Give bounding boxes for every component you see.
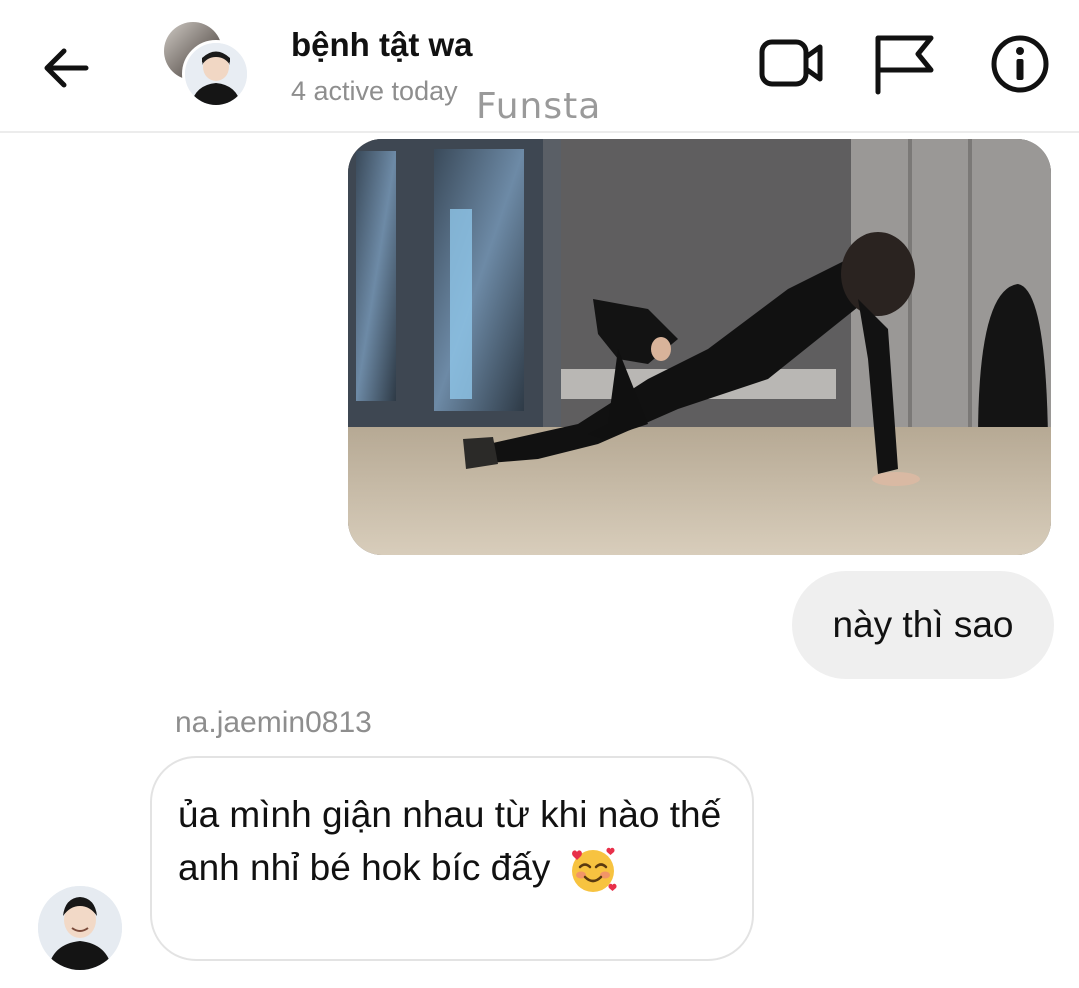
arrow-left-icon bbox=[44, 48, 89, 88]
group-avatar[interactable] bbox=[164, 22, 250, 108]
back-button[interactable] bbox=[38, 40, 94, 96]
watermark: Funsta bbox=[476, 86, 602, 127]
shared-photo[interactable] bbox=[348, 139, 1051, 555]
sender-username[interactable]: na.jaemin0813 bbox=[175, 706, 372, 740]
video-call-button[interactable] bbox=[758, 32, 826, 96]
info-button[interactable] bbox=[986, 32, 1054, 96]
video-camera-icon bbox=[759, 39, 823, 87]
info-icon bbox=[991, 35, 1049, 93]
active-status: 4 active today bbox=[291, 76, 458, 106]
dance-photo bbox=[348, 139, 1051, 555]
incoming-message-text: ủa mình giận nhau từ khi nào thế anh nhỉ… bbox=[178, 794, 722, 888]
member-avatar-front bbox=[182, 40, 250, 108]
report-button[interactable] bbox=[869, 32, 937, 96]
incoming-message[interactable]: ủa mình giận nhau từ khi nào thế anh nhỉ… bbox=[150, 756, 754, 961]
sender-avatar[interactable] bbox=[38, 886, 122, 970]
outgoing-message[interactable]: này thì sao bbox=[792, 571, 1054, 679]
flag-icon bbox=[875, 35, 934, 95]
smiling-face-with-hearts-emoji bbox=[567, 844, 619, 896]
chat-title[interactable]: bệnh tật wa bbox=[291, 26, 473, 64]
